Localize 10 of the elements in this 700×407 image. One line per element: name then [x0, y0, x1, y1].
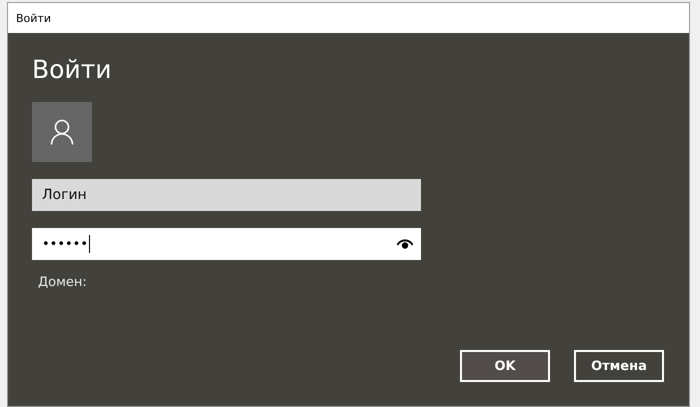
password-field[interactable]: ••••••: [32, 228, 421, 260]
dialog-heading: Войти: [32, 54, 112, 86]
login-field[interactable]: Логин: [32, 179, 421, 211]
ok-button[interactable]: OK: [460, 350, 550, 382]
cancel-button[interactable]: Отмена: [574, 350, 664, 382]
eye-icon[interactable]: [397, 239, 413, 249]
window-title: Войти: [16, 12, 51, 24]
user-icon: [50, 119, 74, 145]
domain-label: Домен:: [38, 275, 87, 290]
password-value: ••••••: [42, 236, 88, 252]
